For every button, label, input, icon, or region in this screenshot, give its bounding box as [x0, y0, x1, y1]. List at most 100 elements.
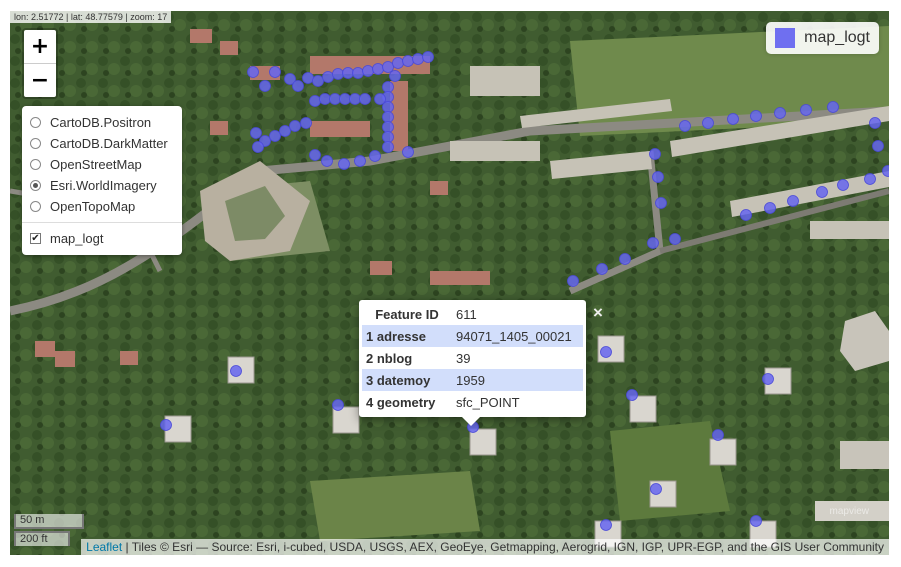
feature-marker[interactable] [382, 131, 394, 143]
feature-marker[interactable] [321, 155, 333, 167]
feature-marker[interactable] [412, 53, 424, 65]
feature-marker[interactable] [382, 111, 394, 123]
feature-marker[interactable] [392, 57, 404, 69]
feature-marker[interactable] [652, 171, 664, 183]
feature-marker[interactable] [827, 101, 839, 113]
feature-marker[interactable] [649, 148, 661, 160]
feature-marker[interactable] [300, 117, 312, 129]
basemap-option-cartodb-positron[interactable]: CartoDB.Positron [30, 112, 172, 133]
basemap-radio[interactable] [30, 117, 41, 128]
overlay-checkbox[interactable]: ✔ [30, 233, 41, 244]
feature-marker[interactable] [359, 93, 371, 105]
feature-marker[interactable] [332, 399, 344, 411]
feature-marker[interactable] [279, 125, 291, 137]
feature-marker[interactable] [647, 237, 659, 249]
feature-marker[interactable] [702, 117, 714, 129]
feature-marker[interactable] [750, 110, 762, 122]
feature-marker[interactable] [269, 130, 281, 142]
zoom-in-button[interactable]: + [24, 30, 56, 63]
feature-marker[interactable] [230, 365, 242, 377]
feature-marker[interactable] [600, 346, 612, 358]
feature-marker[interactable] [372, 63, 384, 75]
feature-marker[interactable] [619, 253, 631, 265]
feature-marker[interactable] [402, 146, 414, 158]
basemap-option-opentopomap[interactable]: OpenTopoMap [30, 196, 172, 217]
feature-marker[interactable] [764, 202, 776, 214]
feature-marker[interactable] [626, 389, 638, 401]
feature-marker[interactable] [869, 117, 881, 129]
feature-marker[interactable] [727, 113, 739, 125]
feature-marker[interactable] [679, 120, 691, 132]
feature-marker[interactable] [389, 70, 401, 82]
scale-metric: 50 m [14, 514, 84, 529]
basemap-option-esri-worldimagery[interactable]: Esri.WorldImagery [30, 175, 172, 196]
feature-marker[interactable] [369, 150, 381, 162]
feature-marker[interactable] [374, 93, 386, 105]
popup-attribute-table: Feature ID 611 1 adresse 94071_1405_0002… [362, 303, 583, 413]
feature-marker[interactable] [292, 80, 304, 92]
feature-marker[interactable] [269, 66, 281, 78]
popup-value: 611 [456, 306, 477, 322]
feature-marker[interactable] [352, 67, 364, 79]
feature-marker[interactable] [247, 66, 259, 78]
basemap-radio[interactable] [30, 201, 41, 212]
feature-marker[interactable] [329, 93, 341, 105]
feature-marker[interactable] [567, 275, 579, 287]
feature-marker[interactable] [322, 71, 334, 83]
feature-marker[interactable] [302, 72, 314, 84]
zoom-out-button[interactable]: − [24, 63, 56, 97]
feature-marker[interactable] [382, 121, 394, 133]
feature-marker[interactable] [382, 141, 394, 153]
feature-marker[interactable] [774, 107, 786, 119]
feature-marker[interactable] [289, 120, 301, 132]
feature-marker[interactable] [837, 179, 849, 191]
feature-marker[interactable] [362, 65, 374, 77]
feature-marker[interactable] [422, 51, 434, 63]
overlay-option-map-logt[interactable]: ✔ map_logt [30, 228, 172, 249]
feature-marker[interactable] [800, 104, 812, 116]
feature-marker[interactable] [816, 186, 828, 198]
basemap-option-openstreetmap[interactable]: OpenStreetMap [30, 154, 172, 175]
feature-marker[interactable] [309, 149, 321, 161]
feature-marker[interactable] [650, 483, 662, 495]
feature-marker[interactable] [882, 165, 890, 177]
feature-marker[interactable] [872, 140, 884, 152]
feature-marker[interactable] [655, 197, 667, 209]
legend-label: map_logt [804, 29, 870, 46]
map-view[interactable]: lon: 2.51772 | lat: 48.77579 | zoom: 17 … [10, 11, 889, 555]
feature-marker[interactable] [750, 515, 762, 527]
feature-marker[interactable] [332, 68, 344, 80]
feature-marker[interactable] [864, 173, 876, 185]
feature-marker[interactable] [259, 80, 271, 92]
feature-marker[interactable] [309, 95, 321, 107]
feature-marker[interactable] [596, 263, 608, 275]
overlay-label: map_logt [50, 231, 104, 246]
feature-marker[interactable] [160, 419, 172, 431]
basemap-radio[interactable] [30, 159, 41, 170]
basemap-option-cartodb-darkmatter[interactable]: CartoDB.DarkMatter [30, 133, 172, 154]
layers-divider [22, 222, 182, 223]
feature-marker[interactable] [252, 141, 264, 153]
leaflet-link[interactable]: Leaflet [86, 540, 122, 554]
feature-marker[interactable] [762, 373, 774, 385]
feature-marker[interactable] [382, 81, 394, 93]
feature-marker[interactable] [712, 429, 724, 441]
basemap-radio-selected[interactable] [30, 180, 41, 191]
feature-marker[interactable] [312, 75, 324, 87]
feature-marker[interactable] [740, 209, 752, 221]
feature-marker[interactable] [669, 233, 681, 245]
feature-marker[interactable] [250, 127, 262, 139]
feature-marker[interactable] [319, 93, 331, 105]
feature-marker[interactable] [787, 195, 799, 207]
feature-marker[interactable] [339, 93, 351, 105]
layers-control: CartoDB.Positron CartoDB.DarkMatter Open… [22, 106, 182, 255]
feature-marker[interactable] [338, 158, 350, 170]
feature-marker[interactable] [342, 67, 354, 79]
feature-marker[interactable] [402, 55, 414, 67]
feature-marker[interactable] [349, 93, 361, 105]
basemap-radio[interactable] [30, 138, 41, 149]
popup-close-button[interactable]: × [593, 303, 603, 323]
feature-marker[interactable] [600, 519, 612, 531]
feature-marker[interactable] [354, 155, 366, 167]
feature-marker[interactable] [382, 61, 394, 73]
